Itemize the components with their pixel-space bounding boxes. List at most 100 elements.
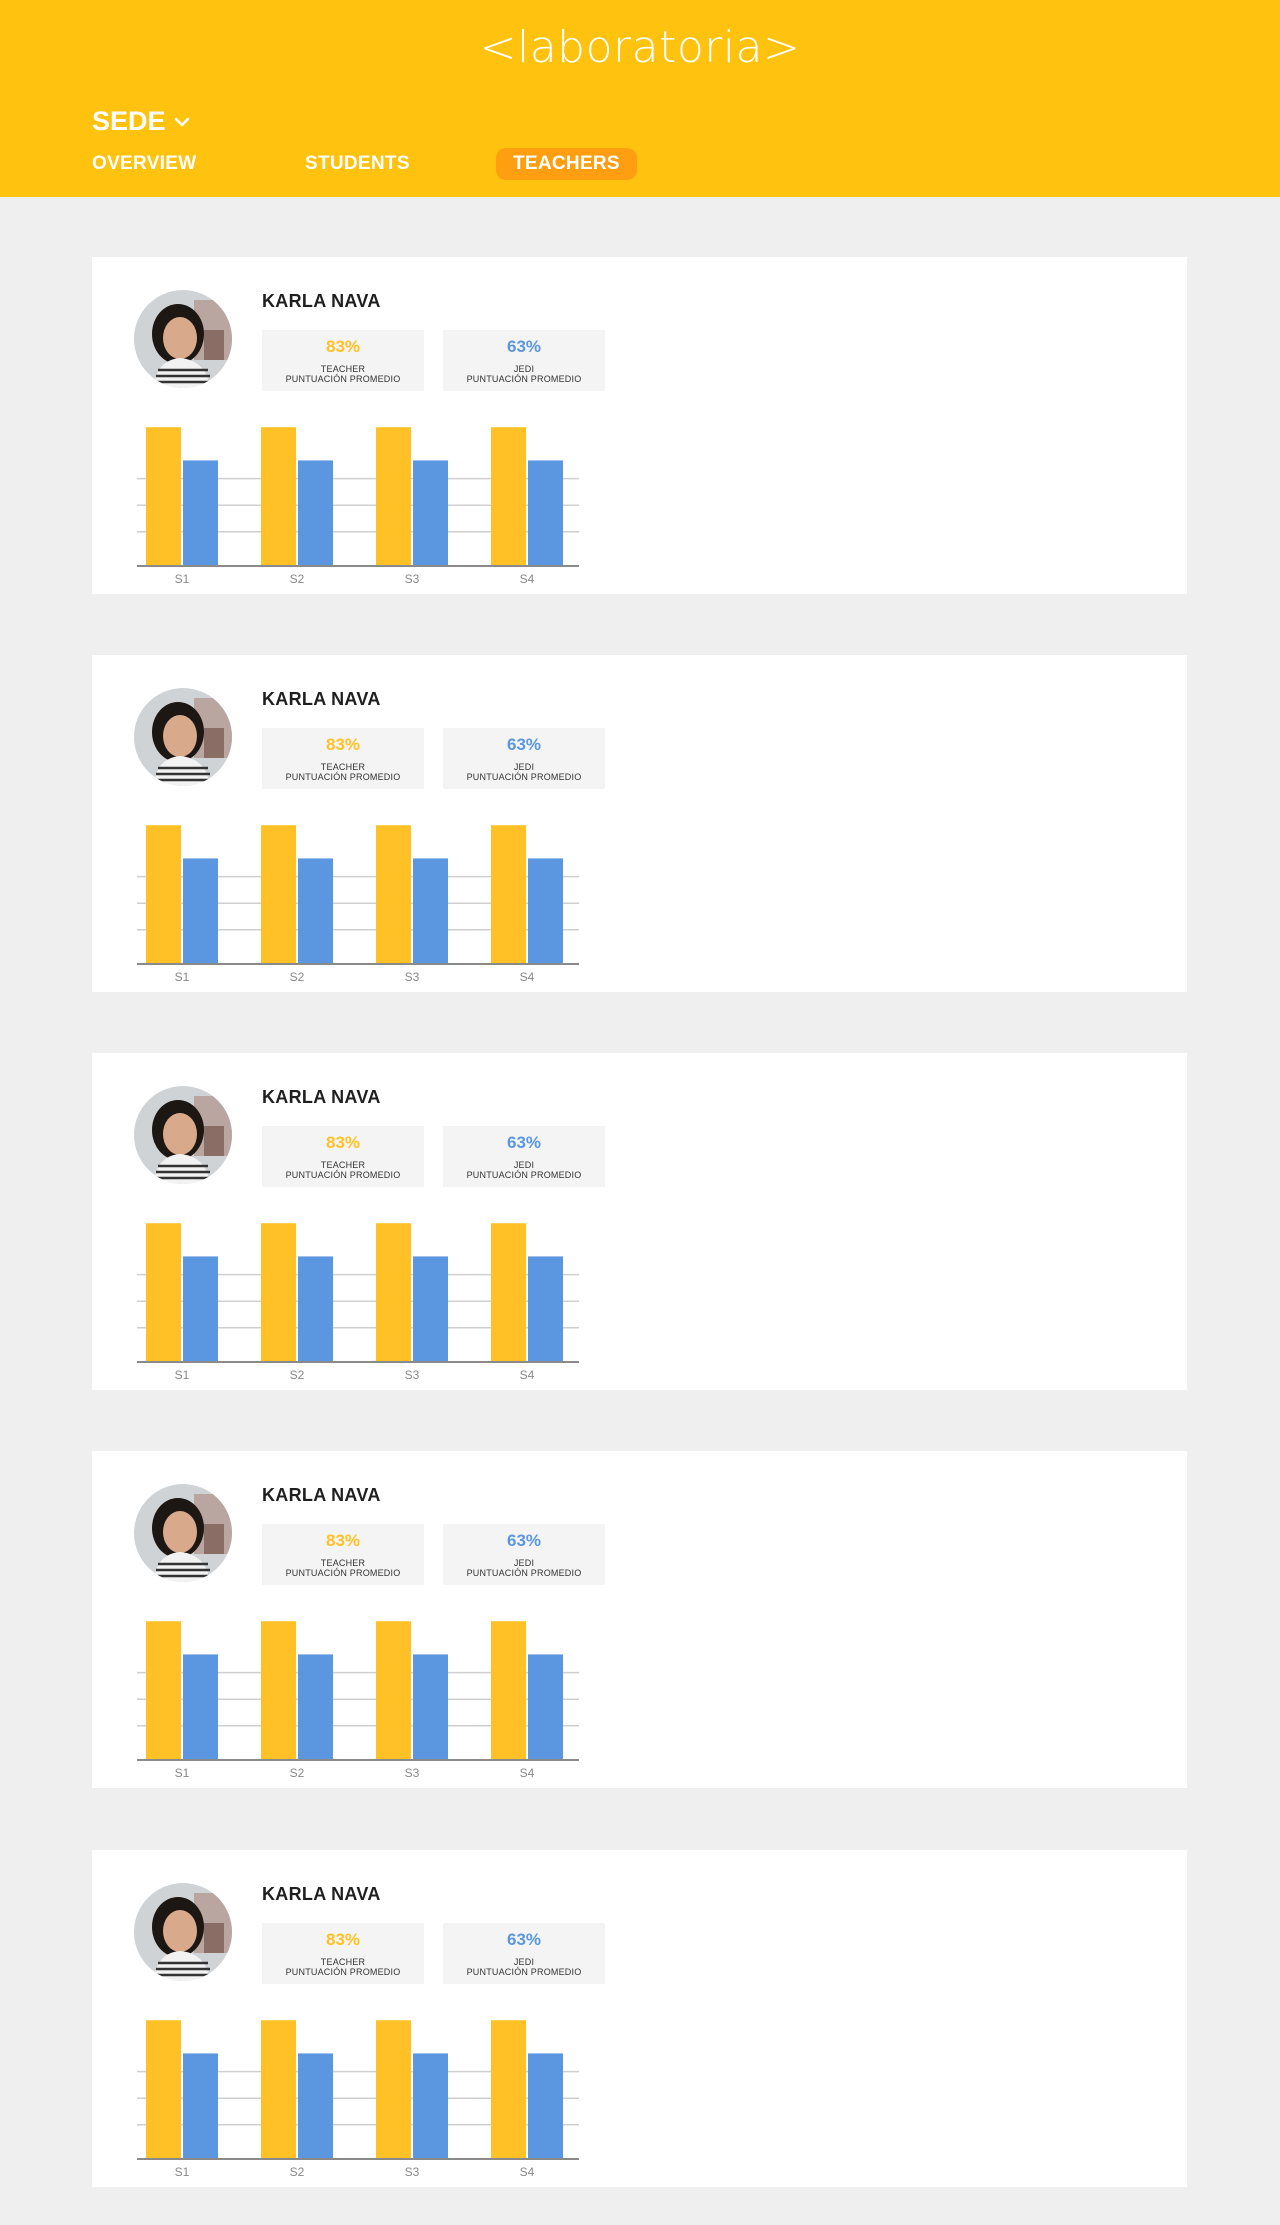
teacher-score-box: 83% TEACHER PUNTUACIÓN PROMEDIO xyxy=(262,1923,424,1984)
jedi-bar xyxy=(528,858,563,963)
teacher-bar xyxy=(491,1621,526,1759)
teacher-photo xyxy=(134,290,232,388)
bar-chart-svg: S1 S2 S3 S4 xyxy=(137,1223,579,1382)
jedi-score-label: JEDI PUNTUACIÓN PROMEDIO xyxy=(443,1558,605,1578)
teacher-bar xyxy=(491,1223,526,1361)
teacher-score-value: 83% xyxy=(325,1531,361,1550)
avatar xyxy=(134,688,232,786)
teacher-photo xyxy=(134,1883,232,1981)
teacher-bar xyxy=(146,1223,181,1361)
teacher-score-label-line2: PUNTUACIÓN PROMEDIO xyxy=(285,1170,401,1180)
x-tick-label: S3 xyxy=(405,2165,420,2179)
teacher-bar xyxy=(376,2020,411,2158)
jedi-bar xyxy=(528,1256,563,1361)
x-tick-label: S2 xyxy=(290,1368,305,1382)
teacher-bar xyxy=(376,825,411,963)
jedi-score-label-line2: PUNTUACIÓN PROMEDIO xyxy=(466,1170,582,1180)
jedi-bar xyxy=(298,2053,333,2158)
x-tick-label: S1 xyxy=(175,2165,190,2179)
teacher-score-label: TEACHER PUNTUACIÓN PROMEDIO xyxy=(262,364,424,384)
teacher-score-label-line2: PUNTUACIÓN PROMEDIO xyxy=(285,772,401,782)
tab-overview[interactable]: OVERVIEW xyxy=(92,148,196,180)
teacher-score-value: 83% xyxy=(325,1133,361,1152)
teacher-card: KARLA NAVA 83% TEACHER PUNTUACIÓN PROMED… xyxy=(92,257,1187,594)
teacher-bar xyxy=(146,427,181,565)
teacher-score-box: 83% TEACHER PUNTUACIÓN PROMEDIO xyxy=(262,1126,424,1187)
x-tick-label: S1 xyxy=(175,1766,190,1780)
main-tabs: OVERVIEW STUDENTS TEACHERS xyxy=(0,148,1280,182)
jedi-score-label: JEDI PUNTUACIÓN PROMEDIO xyxy=(443,1957,605,1977)
jedi-bar xyxy=(183,1256,218,1361)
jedi-bar xyxy=(413,858,448,963)
teacher-score-label: TEACHER PUNTUACIÓN PROMEDIO xyxy=(262,1957,424,1977)
teacher-name: KARLA NAVA xyxy=(262,689,381,709)
jedi-bar xyxy=(528,460,563,565)
x-tick-label: S3 xyxy=(405,970,420,984)
x-tick-label: S4 xyxy=(520,1766,535,1780)
sede-dropdown[interactable]: SEDE xyxy=(92,106,192,137)
teacher-card: KARLA NAVA 83% TEACHER PUNTUACIÓN PROMED… xyxy=(92,1850,1187,2187)
jedi-score-value: 63% xyxy=(506,1930,542,1949)
jedi-bar xyxy=(413,2053,448,2158)
teacher-score-label: TEACHER PUNTUACIÓN PROMEDIO xyxy=(262,762,424,782)
teacher-bar xyxy=(261,2020,296,2158)
teacher-bar xyxy=(261,1223,296,1361)
teacher-score-box: 83% TEACHER PUNTUACIÓN PROMEDIO xyxy=(262,1524,424,1585)
teacher-bar xyxy=(146,825,181,963)
x-tick-label: S4 xyxy=(520,1368,535,1382)
bar-chart-svg: S1 S2 S3 S4 xyxy=(137,1621,579,1780)
x-tick-label: S1 xyxy=(175,572,190,586)
tab-students[interactable]: STUDENTS xyxy=(305,148,410,180)
x-tick-label: S1 xyxy=(175,1368,190,1382)
jedi-score-value: 63% xyxy=(506,337,542,356)
x-tick-label: S4 xyxy=(520,2165,535,2179)
jedi-bar xyxy=(183,2053,218,2158)
teacher-photo xyxy=(134,688,232,786)
laboratoria-logo[interactable]: <laboratoria> xyxy=(0,22,1280,73)
jedi-score-label-line1: JEDI xyxy=(513,364,535,374)
teacher-card: KARLA NAVA 83% TEACHER PUNTUACIÓN PROMED… xyxy=(92,1451,1187,1788)
teacher-name: KARLA NAVA xyxy=(262,1884,381,1904)
weekly-score-chart: S1 S2 S3 S4 xyxy=(134,405,584,595)
teacher-score-label-line1: TEACHER xyxy=(320,762,366,772)
jedi-score-value: 63% xyxy=(506,1133,542,1152)
x-tick-label: S1 xyxy=(175,970,190,984)
jedi-bar xyxy=(413,1256,448,1361)
bar-chart-svg: S1 S2 S3 S4 xyxy=(137,825,579,984)
jedi-score-value: 63% xyxy=(506,735,542,754)
jedi-bar xyxy=(183,1654,218,1759)
avatar xyxy=(134,1883,232,1981)
jedi-score-box: 63% JEDI PUNTUACIÓN PROMEDIO xyxy=(443,330,605,391)
top-header: <laboratoria> SEDE OVERVIEW STUDENTS TEA… xyxy=(0,0,1280,197)
avatar xyxy=(134,1086,232,1184)
teacher-bar xyxy=(376,1223,411,1361)
teacher-score-label-line1: TEACHER xyxy=(320,1160,366,1170)
teacher-card: KARLA NAVA 83% TEACHER PUNTUACIÓN PROMED… xyxy=(92,655,1187,992)
jedi-score-label-line1: JEDI xyxy=(513,762,535,772)
sede-label: SEDE xyxy=(92,106,166,136)
jedi-score-label-line1: JEDI xyxy=(513,1558,535,1568)
teacher-bar xyxy=(146,2020,181,2158)
teacher-score-label-line1: TEACHER xyxy=(320,1558,366,1568)
jedi-score-value: 63% xyxy=(506,1531,542,1550)
tab-teachers[interactable]: TEACHERS xyxy=(496,148,637,180)
teacher-photo xyxy=(134,1484,232,1582)
jedi-score-box: 63% JEDI PUNTUACIÓN PROMEDIO xyxy=(443,1923,605,1984)
teacher-bar xyxy=(491,2020,526,2158)
x-tick-label: S2 xyxy=(290,1766,305,1780)
teacher-score-label: TEACHER PUNTUACIÓN PROMEDIO xyxy=(262,1160,424,1180)
teacher-bar xyxy=(261,427,296,565)
bar-chart-svg: S1 S2 S3 S4 xyxy=(137,2020,579,2179)
teacher-score-label-line2: PUNTUACIÓN PROMEDIO xyxy=(285,1967,401,1977)
jedi-score-label: JEDI PUNTUACIÓN PROMEDIO xyxy=(443,762,605,782)
jedi-score-box: 63% JEDI PUNTUACIÓN PROMEDIO xyxy=(443,1126,605,1187)
teacher-score-value: 83% xyxy=(325,337,361,356)
jedi-bar xyxy=(528,2053,563,2158)
x-tick-label: S3 xyxy=(405,1368,420,1382)
jedi-score-label-line1: JEDI xyxy=(513,1160,535,1170)
teacher-bar xyxy=(261,1621,296,1759)
weekly-score-chart: S1 S2 S3 S4 xyxy=(134,1201,584,1391)
teacher-name: KARLA NAVA xyxy=(262,291,381,311)
weekly-score-chart: S1 S2 S3 S4 xyxy=(134,803,584,993)
teacher-score-label-line1: TEACHER xyxy=(320,1957,366,1967)
